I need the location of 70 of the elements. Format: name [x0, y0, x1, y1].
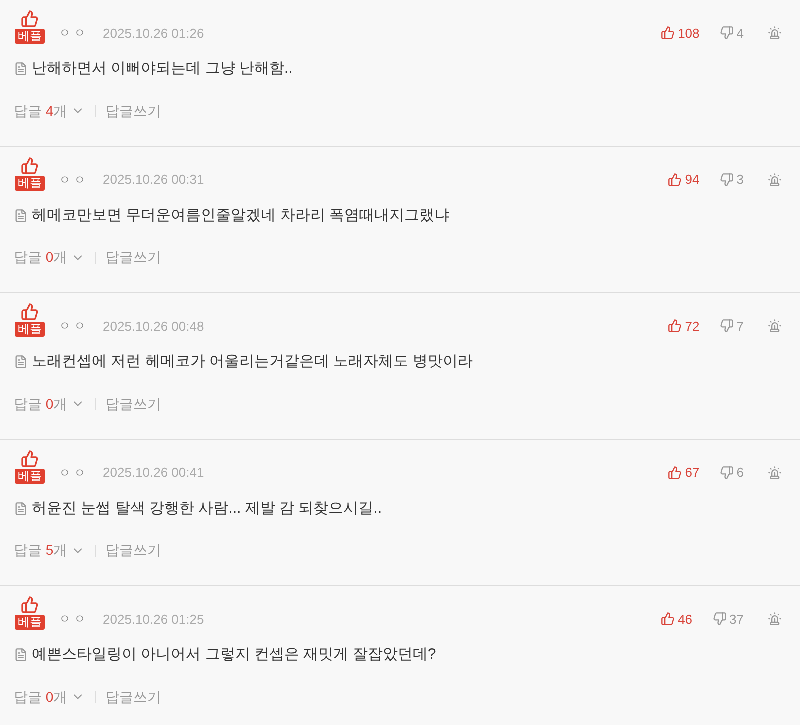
- replies-toggle[interactable]: 답글 0개: [14, 247, 85, 268]
- best-badge: 베플: [15, 468, 45, 484]
- replies-toggle[interactable]: 답글 0개: [14, 394, 85, 414]
- best-badge: 베플: [15, 29, 45, 44]
- document-icon: [14, 208, 28, 223]
- thumbs-up-icon: [21, 596, 39, 614]
- author-name: ㅇㅇ: [59, 611, 89, 628]
- thumbs-down-icon: [720, 172, 734, 187]
- siren-icon: [768, 26, 782, 40]
- document-icon: [14, 502, 28, 516]
- thumbs-up-icon: [668, 172, 682, 187]
- dislike-button[interactable]: 6: [720, 463, 744, 482]
- siren-icon: [768, 466, 782, 480]
- comment-text: 허윤진 눈썹 탈색 강행한 사람... 제발 감 되찾으시길..: [32, 498, 382, 518]
- report-button[interactable]: [768, 172, 782, 187]
- dislike-button[interactable]: 4: [720, 24, 744, 43]
- replies-toggle[interactable]: 답글 4개: [14, 100, 85, 122]
- author-name: ㅇㅇ: [59, 172, 89, 189]
- siren-icon: [768, 612, 782, 626]
- best-badge: 베플: [15, 176, 45, 190]
- thumbs-down-icon: [720, 466, 734, 480]
- dislike-button[interactable]: 37: [712, 610, 744, 629]
- report-button[interactable]: [768, 466, 782, 480]
- report-button[interactable]: [768, 26, 782, 40]
- write-reply-link[interactable]: 답글쓰기: [106, 100, 162, 122]
- comment-date: 2025.10.26 01:25: [103, 610, 204, 628]
- author-name: ㅇㅇ: [59, 25, 89, 42]
- thumbs-up-icon: [21, 156, 39, 174]
- document-icon: [14, 62, 28, 76]
- siren-icon: [768, 172, 782, 187]
- thumbs-down-icon: [720, 319, 734, 334]
- thumbs-up-icon: [21, 450, 39, 468]
- like-button[interactable]: 72: [668, 316, 700, 336]
- write-reply-link[interactable]: 답글쓰기: [106, 540, 162, 561]
- comment-text: 헤메코만보면 무더운여름인줄알겠네 차라리 폭염때내지그랬냐: [32, 206, 450, 226]
- thumbs-up-icon: [661, 26, 676, 40]
- thumbs-up-icon: [21, 303, 39, 321]
- dislike-button[interactable]: 7: [720, 316, 744, 336]
- comment-text: 난해하면서 이뻐야되는데 그냥 난해함..: [32, 59, 293, 79]
- siren-icon: [768, 319, 782, 334]
- dislike-button[interactable]: 3: [720, 170, 744, 190]
- best-badge: 베플: [15, 615, 45, 630]
- comment-date: 2025.10.26 00:31: [103, 171, 204, 189]
- thumbs-up-icon: [661, 612, 676, 626]
- comment-date: 2025.10.26 01:26: [103, 24, 204, 42]
- report-button[interactable]: [768, 319, 782, 334]
- write-reply-link[interactable]: 답글쓰기: [106, 247, 162, 268]
- thumbs-up-icon: [668, 319, 682, 334]
- like-button[interactable]: 46: [661, 610, 693, 629]
- author-name: ㅇㅇ: [59, 318, 89, 336]
- comment-date: 2025.10.26 00:48: [103, 318, 204, 336]
- write-reply-link[interactable]: 답글쓰기: [106, 686, 162, 708]
- comment-text: 노래컨셉에 저런 헤메코가 어울리는거같은데 노래자체도 병맛이라: [32, 352, 473, 372]
- report-button[interactable]: [768, 612, 782, 626]
- like-button[interactable]: 67: [668, 463, 700, 482]
- author-name: ㅇㅇ: [59, 464, 89, 482]
- thumbs-up-icon: [21, 10, 39, 28]
- write-reply-link[interactable]: 답글쓰기: [106, 394, 162, 414]
- replies-toggle[interactable]: 답글 5개: [14, 540, 85, 561]
- thumbs-down-icon: [712, 612, 727, 626]
- thumbs-down-icon: [720, 26, 734, 40]
- replies-toggle[interactable]: 답글 0개: [14, 686, 85, 708]
- comment-date: 2025.10.26 00:41: [103, 464, 204, 482]
- comment-text: 예쁜스타일링이 아니어서 그렇지 컨셉은 재밋게 잘잡았던데?: [32, 645, 436, 665]
- best-badge: 베플: [15, 322, 45, 337]
- thumbs-up-icon: [668, 466, 682, 480]
- like-button[interactable]: 108: [661, 24, 700, 43]
- like-button[interactable]: 94: [668, 170, 700, 190]
- document-icon: [14, 648, 28, 662]
- document-icon: [14, 355, 28, 370]
